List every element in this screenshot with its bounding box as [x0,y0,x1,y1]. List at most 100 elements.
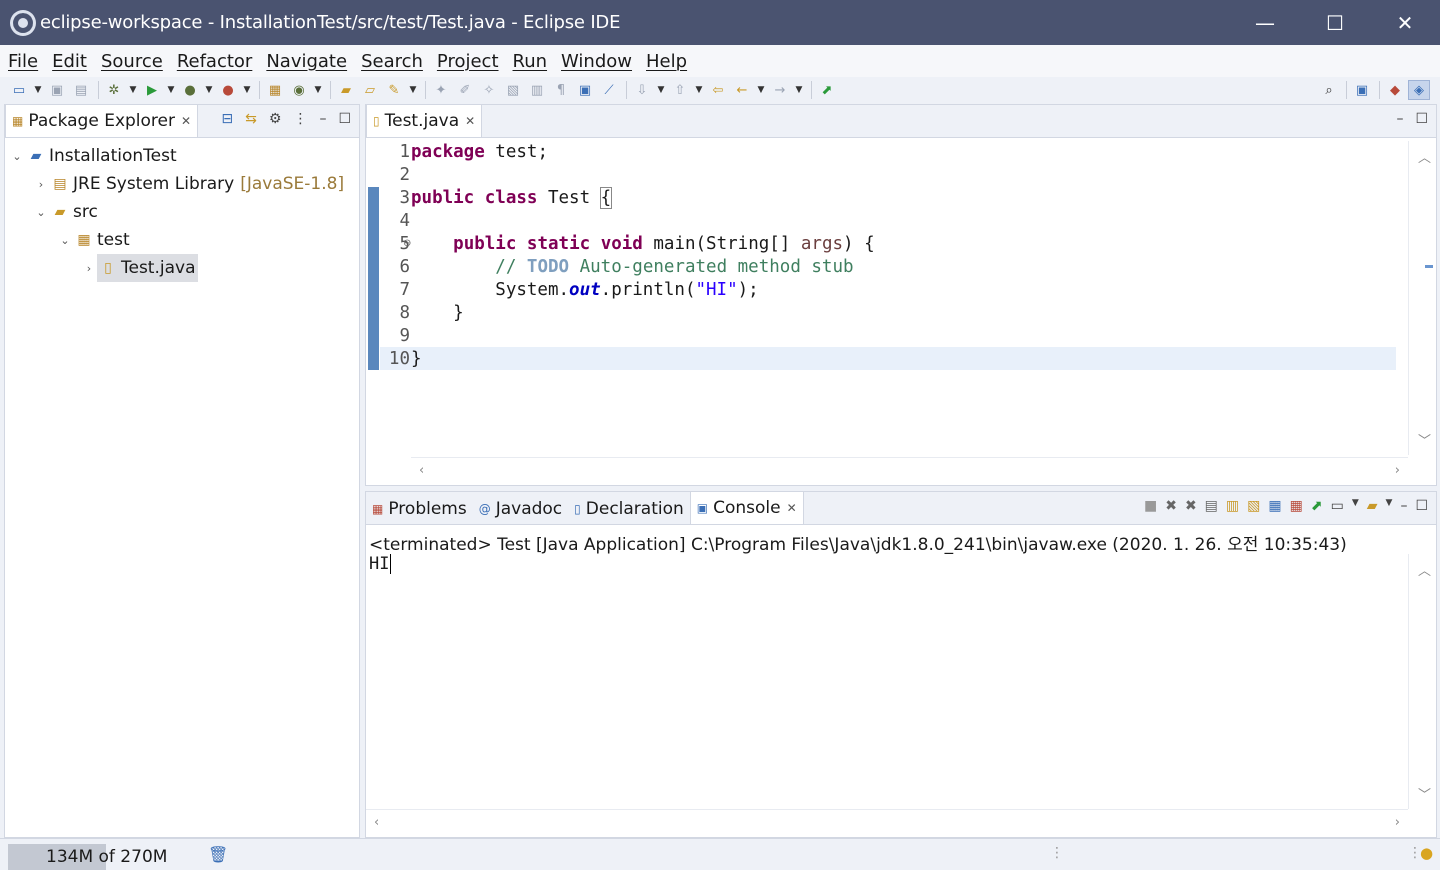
external-tools-icon[interactable]: ● [217,80,239,100]
menu-search[interactable]: Search [361,51,423,72]
coverage-icon[interactable]: ● [179,80,201,100]
menu-refactor[interactable]: Refactor [177,51,253,72]
code-text[interactable]: package test; public class Test { public… [411,141,875,371]
java-ee-perspective-icon[interactable]: ◆ [1384,80,1406,100]
next-annotation-icon[interactable]: ⇩ [631,80,653,100]
open-perspective-icon[interactable]: ▣ [1351,80,1373,100]
tab-problems[interactable]: ▦ Problems [366,493,473,524]
overview-marker[interactable] [1425,265,1433,268]
console-output[interactable]: HI [369,554,392,574]
tree-item-package[interactable]: ⌄ ▦ test [57,226,129,254]
display-console-icon[interactable]: ▭ [1331,498,1344,514]
maximize-view-icon[interactable]: ☐ [1415,498,1428,514]
new-dropdown-icon[interactable]: ▼ [32,80,44,100]
new-java-package-icon[interactable]: ▦ [264,80,286,100]
filters-icon[interactable]: ⚙ [269,111,282,127]
forward-icon[interactable]: → [769,80,791,100]
coverage-dropdown-icon[interactable]: ▼ [203,80,215,100]
scroll-down-icon[interactable]: ﹀ [1418,784,1431,803]
console-horizontal-scrollbar[interactable]: ‹ › [366,809,1408,837]
search-tool-icon[interactable]: ✎ [383,80,405,100]
next-annotation-dropdown-icon[interactable]: ▼ [655,80,667,100]
link-with-editor-icon[interactable]: ⇆ [245,111,257,127]
collapse-all-icon[interactable]: ⊟ [221,111,233,127]
open-task-icon[interactable]: ▱ [359,80,381,100]
heap-status[interactable]: 134M of 270M [8,844,204,870]
new-class-dropdown-icon[interactable]: ▼ [312,80,324,100]
mark-occurrences-icon[interactable]: ✐ [454,80,476,100]
back-dropdown-icon[interactable]: ▼ [755,80,767,100]
search-icon[interactable]: ⌕ [1318,80,1340,100]
new-icon[interactable]: ▭ [8,80,30,100]
last-edit-location-icon[interactable]: ⇦ [707,80,729,100]
tree-item-src[interactable]: ⌄ ▰ src [33,198,97,226]
minimize-view-icon[interactable]: – [319,111,326,127]
chevron-right-icon[interactable]: › [33,178,49,191]
tab-package-explorer[interactable]: ▦ Package Explorer ✕ [5,104,199,137]
remove-launch-icon[interactable]: ✖ [1165,498,1177,514]
chevron-down-icon[interactable]: ⌄ [57,234,73,247]
clear-console-icon[interactable]: ▤ [1205,498,1218,514]
view-menu-icon[interactable]: ⋮ [293,111,307,127]
tab-console[interactable]: ▣ Console ✕ [689,491,804,524]
scroll-down-icon[interactable]: ﹀ [1418,430,1431,449]
console-view-icon[interactable]: ▣ [574,80,596,100]
maximize-view-icon[interactable]: ☐ [338,111,351,127]
menu-source[interactable]: Source [101,51,163,72]
scroll-left-icon[interactable]: ‹ [419,463,424,478]
skip-breakpoints-icon[interactable]: ⟋ [598,80,620,100]
menu-project[interactable]: Project [437,51,499,72]
toggle-ant-icon[interactable]: ✦ [430,80,452,100]
search-dropdown-icon[interactable]: ▼ [407,80,419,100]
tab-javadoc[interactable]: @ Javadoc [473,493,568,524]
prev-annotation-icon[interactable]: ⇧ [669,80,691,100]
back-icon[interactable]: ← [731,80,753,100]
chevron-right-icon[interactable]: › [81,262,97,275]
maximize-button[interactable]: ☐ [1300,0,1370,45]
editor-vertical-scrollbar[interactable]: ︿ ﹀ [1408,141,1436,455]
block-select-icon[interactable]: ▥ [526,80,548,100]
scroll-up-icon[interactable]: ︿ [1418,560,1431,579]
debug-dropdown-icon[interactable]: ▼ [127,80,139,100]
display-console-dropdown-icon[interactable]: ▼ [1352,498,1359,514]
debug-icon[interactable]: ✲ [103,80,125,100]
scroll-lock-icon[interactable]: ▥ [1226,498,1239,514]
word-wrap-icon[interactable]: ▧ [1247,498,1260,514]
menu-edit[interactable]: Edit [52,51,87,72]
open-console-icon[interactable]: ▰ [1367,498,1378,514]
minimize-view-icon[interactable]: – [1396,111,1403,127]
menu-help[interactable]: Help [646,51,687,72]
tab-test-java[interactable]: ▯ Test.java ✕ [366,104,483,137]
show-on-stderr-icon[interactable]: ▦ [1290,498,1303,514]
pin-console-icon[interactable]: ⬈ [1311,498,1323,514]
tab-declaration[interactable]: ▯ Declaration [568,493,690,524]
tree-item-project[interactable]: ⌄ ▰ InstallationTest [9,142,176,170]
new-java-class-icon[interactable]: ◉ [288,80,310,100]
external-tools-dropdown-icon[interactable]: ▼ [241,80,253,100]
editor-horizontal-scrollbar[interactable]: ‹ › [411,457,1408,485]
pin-editor-icon[interactable]: ⬈ [816,80,838,100]
show-on-stdout-icon[interactable]: ▦ [1268,498,1281,514]
minimize-button[interactable]: — [1230,0,1300,45]
open-type-icon[interactable]: ▰ [335,80,357,100]
tree-item-test-java[interactable]: › ▯ Test.java [81,254,198,282]
terminate-icon[interactable]: ■ [1144,498,1157,514]
chevron-down-icon[interactable]: ⌄ [33,206,49,219]
close-tab-icon[interactable]: ✕ [181,114,191,128]
console-vertical-scrollbar[interactable]: ︿ ﹀ [1408,554,1436,809]
maximize-view-icon[interactable]: ☐ [1415,111,1428,127]
menu-navigate[interactable]: Navigate [266,51,347,72]
tree-item-jre-library[interactable]: › ▤ JRE System Library [JavaSE-1.8] [33,170,344,198]
word-wrap-icon[interactable]: ▧ [502,80,524,100]
run-icon[interactable]: ▶ [141,80,163,100]
scroll-right-icon[interactable]: › [1395,815,1400,830]
prev-annotation-dropdown-icon[interactable]: ▼ [693,80,705,100]
save-icon[interactable]: ▣ [46,80,68,100]
toggle-block-icon[interactable]: ✧ [478,80,500,100]
save-all-icon[interactable]: ▤ [70,80,92,100]
close-button[interactable]: ✕ [1370,0,1440,45]
lightbulb-icon[interactable]: ● [1420,844,1433,862]
garbage-collect-icon[interactable]: 🗑 [208,845,228,864]
forward-dropdown-icon[interactable]: ▼ [793,80,805,100]
menu-file[interactable]: File [8,51,38,72]
